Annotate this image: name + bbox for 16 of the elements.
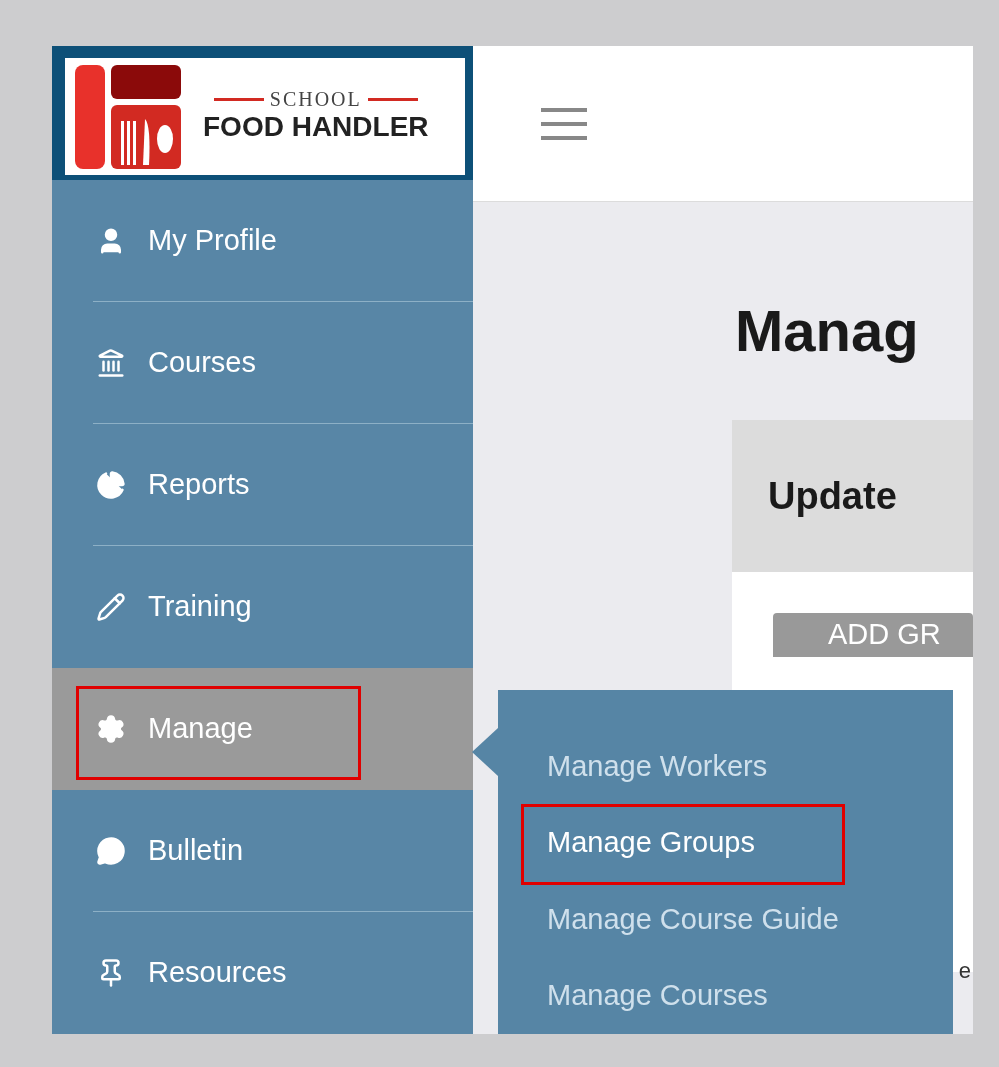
logo-text: FOOD HANDLER	[203, 110, 429, 144]
panel-title: Update	[768, 473, 897, 519]
submenu-item[interactable]: Manage Courses	[547, 974, 768, 1018]
submenu-item[interactable]: Manage Groups	[547, 821, 755, 865]
logo-icon	[75, 64, 181, 169]
sidebar-item[interactable]: Manage	[52, 668, 473, 790]
submenu-item[interactable]: Manage Workers	[547, 744, 768, 788]
speech-bubble-icon	[96, 836, 126, 866]
truncated-text: e	[958, 959, 971, 982]
submenu-item[interactable]: Manage Course Guide	[547, 897, 839, 941]
pencil-icon	[96, 592, 126, 622]
menu-icon[interactable]	[541, 105, 587, 142]
logo-text: SCHOOL	[269, 89, 362, 109]
bank-icon	[96, 348, 126, 378]
pie-chart-icon	[96, 470, 126, 500]
add-group-button[interactable]: ADD GR	[773, 613, 973, 657]
